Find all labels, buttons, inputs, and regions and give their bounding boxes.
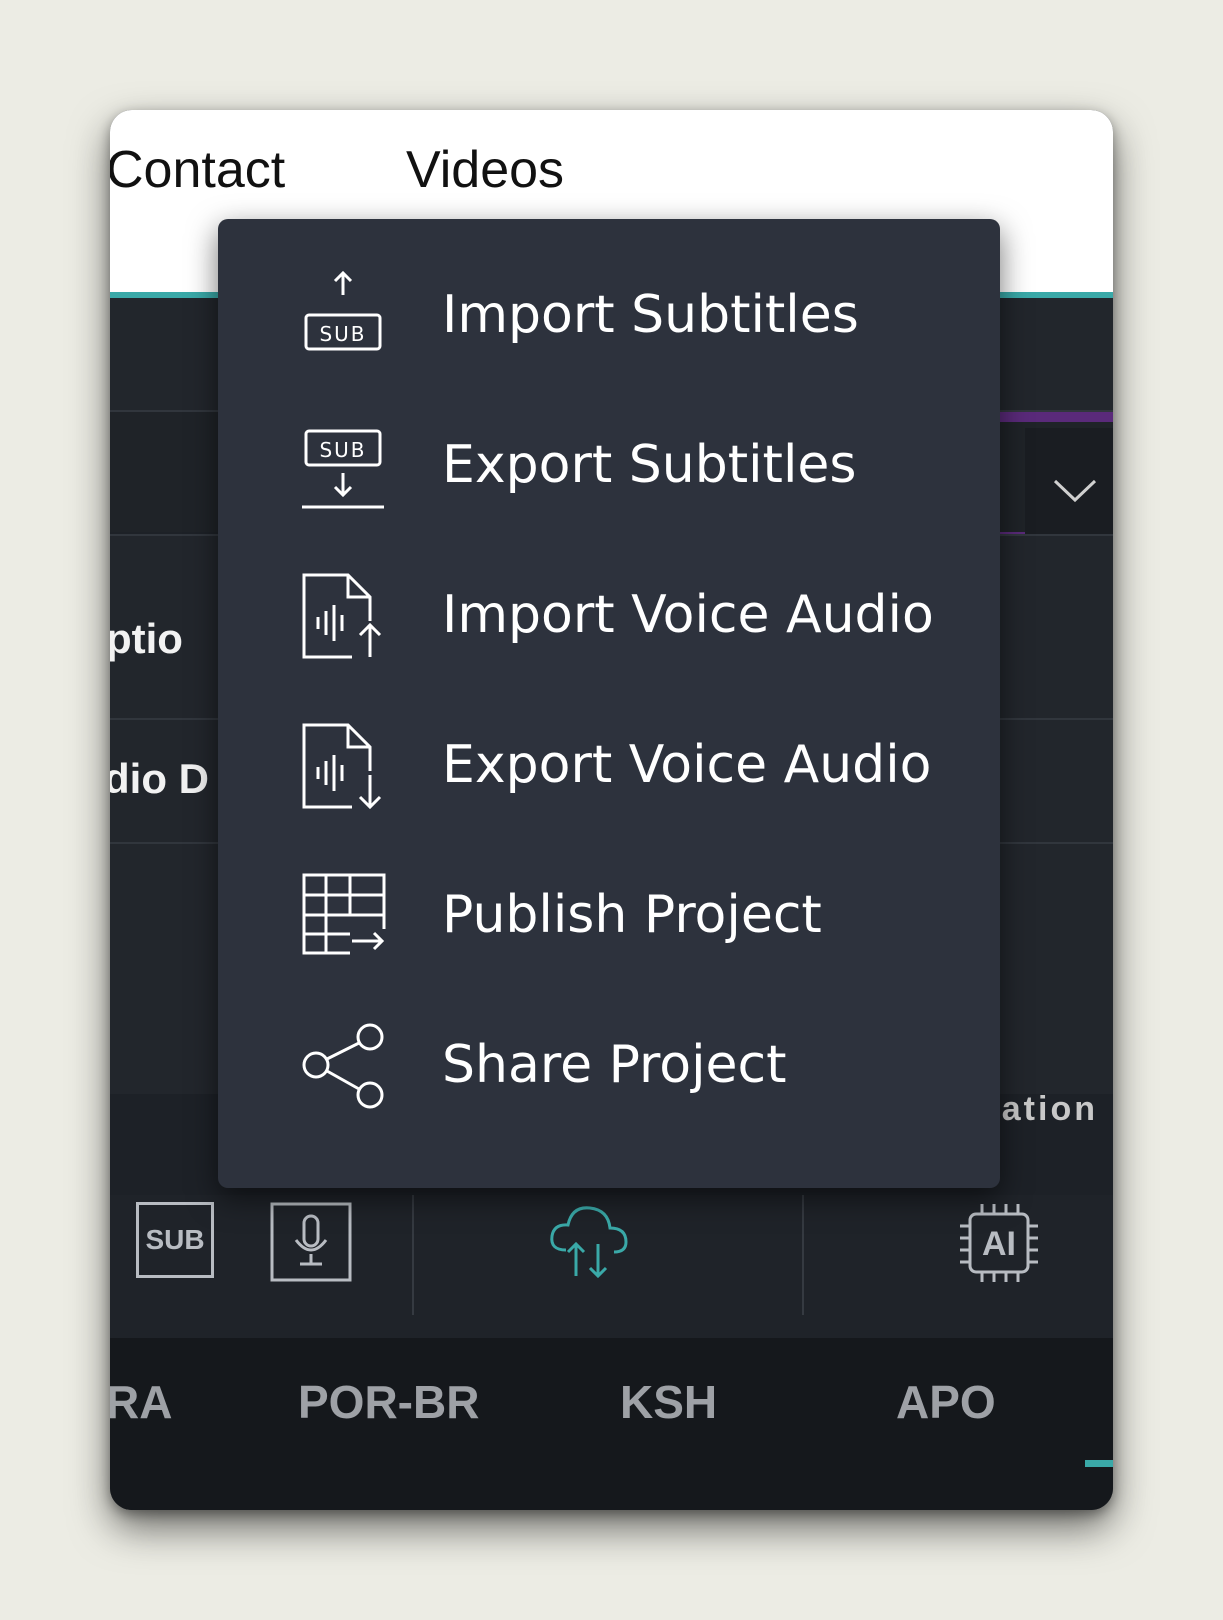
microphone-icon[interactable] [270,1202,354,1282]
menu-item-export-subtitles[interactable]: SUB Export Subtitles [218,391,1000,541]
cloud-sync-icon[interactable] [546,1200,630,1284]
sub-icon-text: SUB [319,438,366,462]
menu-item-label: Publish Project [442,885,822,945]
menu-item-publish-project[interactable]: Publish Project [218,841,1000,991]
menu-item-label: Export Subtitles [442,435,857,495]
language-tab[interactable]: POR-BR [298,1375,479,1429]
share-project-icon [302,1023,384,1109]
nav-link-videos[interactable]: Videos [406,140,564,200]
menu-item-label: Import Subtitles [442,285,859,345]
ai-icon-text: AI [982,1225,1016,1263]
menu-item-label: Share Project [442,1035,787,1095]
publish-project-icon [302,873,386,955]
language-tab[interactable]: KSH [620,1375,717,1429]
toolbar-divider [802,1195,804,1315]
sub-icon-text: SUB [145,1224,205,1255]
export-subtitles-icon: SUB [302,429,384,509]
language-dropdown[interactable] [1025,428,1113,546]
menu-item-export-voice-audio[interactable]: Export Voice Audio [218,691,1000,841]
ai-chip-icon[interactable]: AI [956,1200,1042,1286]
menu-item-label: Export Voice Audio [442,735,932,795]
menu-item-share-project[interactable]: Share Project [218,991,1000,1141]
language-tab[interactable]: APO [896,1375,996,1429]
menu-item-import-voice-audio[interactable]: Import Voice Audio [218,541,1000,691]
project-actions-menu: SUB Import Subtitles SUB Export Subtitle… [218,219,1000,1188]
sub-icon-text: SUB [319,322,366,346]
import-voice-audio-icon [302,573,382,659]
audio-row-label: dio D [110,755,209,802]
toolbar-divider [412,1195,414,1315]
export-voice-audio-icon [302,723,382,810]
language-tab[interactable]: RA [110,1375,172,1429]
menu-item-import-subtitles[interactable]: SUB Import Subtitles [218,241,1000,391]
import-subtitles-icon: SUB [304,271,382,351]
options-row-label: ptio [110,615,183,662]
active-tab-indicator [1085,1460,1113,1467]
subtitle-tool-button[interactable]: SUB [136,1202,214,1278]
nav-link-contact[interactable]: Contact [110,140,285,200]
menu-item-label: Import Voice Audio [442,585,934,645]
chevron-down-icon [1053,479,1097,503]
